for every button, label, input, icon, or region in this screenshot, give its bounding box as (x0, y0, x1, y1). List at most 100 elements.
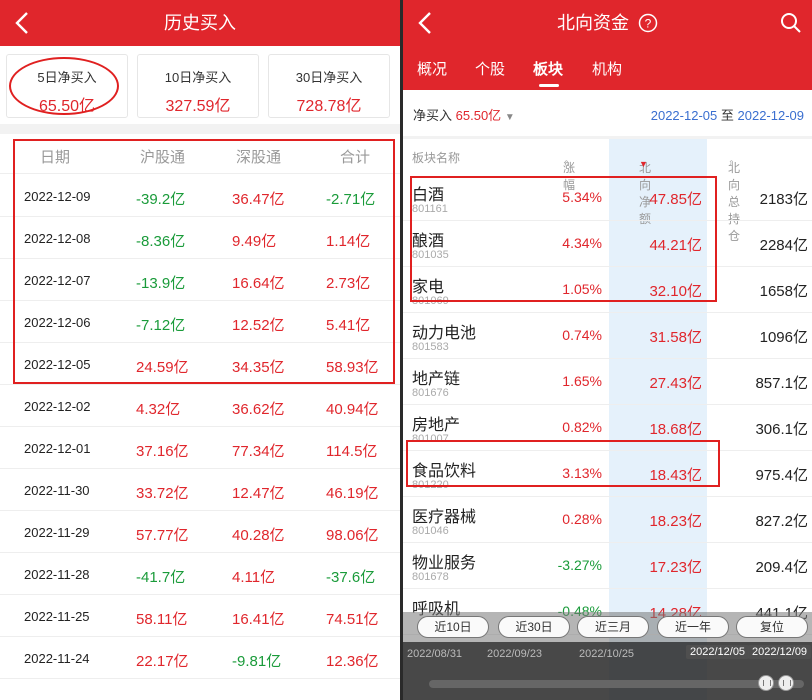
sector-flow: 27.43亿 (649, 375, 702, 392)
cell-sh: -7.12亿 (136, 317, 186, 334)
sector-chg: 4.34% (562, 235, 602, 251)
range-10d-button[interactable]: 近10日 (417, 616, 489, 638)
summary-label: 10日净买入 (164, 70, 232, 85)
sector-flow: 32.10亿 (649, 283, 702, 300)
range-end-handle[interactable] (778, 675, 794, 691)
table-row[interactable]: 2022-12-02 4.32亿 36.62亿 40.94亿 (0, 385, 400, 427)
timeline-label: 2022/10/25 (579, 648, 635, 660)
sector-name: 医疗器械 (412, 509, 477, 526)
sector-code: 801035 (412, 249, 449, 261)
left-header: 历史买入 (0, 0, 400, 46)
table-row[interactable]: 2022-12-07 -13.9亿 16.64亿 2.73亿 (0, 259, 400, 301)
net-buy-label: 净买入 (413, 108, 453, 123)
sector-code: 801007 (412, 433, 449, 445)
range-1y-button[interactable]: 近一年 (657, 616, 729, 638)
section-tabs: 概况 个股 板块 机构 (403, 46, 812, 90)
timeline-label: 2022/08/31 (407, 648, 463, 660)
right-header: 北向资金 ? (403, 0, 812, 46)
cell-date: 2022-11-29 (24, 525, 90, 540)
summary-label: 30日净买入 (295, 70, 363, 85)
tab-sectors[interactable]: 板块 (533, 58, 563, 79)
timeline-track[interactable] (429, 680, 804, 688)
cell-date: 2022-11-25 (24, 609, 90, 624)
sector-hold: 2183亿 (759, 191, 808, 208)
sector-name: 物业服务 (412, 555, 477, 572)
table-row[interactable]: 2022-11-24 22.17亿 -9.81亿 12.36亿 (0, 637, 400, 679)
table-row[interactable]: 2022-11-25 58.11亿 16.41亿 74.51亿 (0, 595, 400, 637)
table-row[interactable]: 2022-11-30 33.72亿 12.47亿 46.19亿 (0, 469, 400, 511)
sector-row[interactable]: 家电 801069 1.05% 32.10亿 1658亿 (403, 267, 812, 313)
date-from: 2022-12-05 (650, 108, 718, 123)
sector-table-header: 板块名称 涨幅 ⇕ 北向净额 ▼ 北向总持仓 ⇕ (403, 139, 812, 243)
search-icon[interactable] (780, 12, 802, 34)
table-header: 日期 沪股通 深股通 合计 (0, 134, 400, 174)
range-start-tag: 2022/12/05 (686, 645, 750, 659)
sector-code: 801069 (412, 295, 449, 307)
range-end-tag: 2022/12/09 (748, 645, 812, 659)
timeline-slider[interactable]: 2022/08/31 2022/09/23 2022/10/25 2022/12… (403, 642, 812, 700)
summary-10d[interactable]: 10日净买入 327.59亿 (137, 54, 259, 118)
sort-icon: ⇕ (563, 159, 570, 168)
sector-chg: 1.05% (562, 281, 602, 297)
cell-total: 98.06亿 (326, 527, 379, 544)
cell-total: 5.41亿 (326, 317, 371, 334)
range-30d-button[interactable]: 近30日 (498, 616, 570, 638)
date-to: 2022-12-09 (737, 108, 805, 123)
range-controls: 近10日 近30日 近三月 近一年 复位 (403, 612, 812, 642)
sector-row[interactable]: 物业服务 801678 -3.27% 17.23亿 209.4亿 (403, 543, 812, 589)
sector-flow: 18.23亿 (649, 513, 702, 530)
sector-code: 801678 (412, 571, 449, 583)
range-start-handle[interactable] (758, 675, 774, 691)
range-3m-button[interactable]: 近三月 (577, 616, 649, 638)
sector-row[interactable]: 食品饮料 801220 3.13% 18.43亿 975.4亿 (403, 451, 812, 497)
sector-row[interactable]: 地产链 801676 1.65% 27.43亿 857.1亿 (403, 359, 812, 405)
header-name: 板块名称 (412, 151, 461, 165)
sector-hold: 306.1亿 (755, 421, 808, 438)
net-buy-summary[interactable]: 净买入 65.50亿 ▼ (413, 105, 515, 124)
sector-chg: 0.28% (562, 511, 602, 527)
summary-value: 327.59亿 (165, 98, 231, 115)
table-row[interactable]: 2022-12-08 -8.36亿 9.49亿 1.14亿 (0, 217, 400, 259)
table-row[interactable]: 2022-11-28 -41.7亿 4.11亿 -37.6亿 (0, 553, 400, 595)
cell-sh: 33.72亿 (136, 485, 189, 502)
tab-overview[interactable]: 概况 (417, 58, 447, 79)
cell-total: 2.73亿 (326, 275, 371, 292)
sector-row[interactable]: 房地产 801007 0.82% 18.68亿 306.1亿 (403, 405, 812, 451)
page-title: 历史买入 (164, 13, 236, 33)
sector-code: 801676 (412, 387, 449, 399)
sector-flow: 18.68亿 (649, 421, 702, 438)
sector-hold: 1096亿 (759, 329, 808, 346)
cell-sz: 9.49亿 (232, 233, 277, 250)
table-row[interactable]: 2022-12-06 -7.12亿 12.52亿 5.41亿 (0, 301, 400, 343)
active-tab-indicator (539, 84, 559, 87)
sector-code: 801583 (412, 341, 449, 353)
reset-button[interactable]: 复位 (736, 616, 808, 638)
tab-institutions[interactable]: 机构 (592, 58, 622, 79)
sector-chg: 5.34% (562, 189, 602, 205)
sector-hold: 1658亿 (759, 283, 808, 300)
tab-stocks[interactable]: 个股 (475, 58, 505, 79)
summary-30d[interactable]: 30日净买入 728.78亿 (268, 54, 390, 118)
sector-row[interactable]: 动力电池 801583 0.74% 31.58亿 1096亿 (403, 313, 812, 359)
summary-label: 5日净买入 (37, 70, 97, 85)
sector-name: 酿酒 (412, 233, 445, 250)
sector-row[interactable]: 医疗器械 801046 0.28% 18.23亿 827.2亿 (403, 497, 812, 543)
date-range[interactable]: 2022-12-05 至 2022-12-09 (651, 105, 804, 124)
table-row[interactable]: 2022-11-29 57.77亿 40.28亿 98.06亿 (0, 511, 400, 553)
table-row[interactable]: 2022-12-05 24.59亿 34.35亿 58.93亿 (0, 343, 400, 385)
net-buy-value: 65.50亿 (455, 108, 502, 123)
cell-date: 2022-11-24 (24, 651, 90, 666)
summary-value: 728.78亿 (296, 98, 362, 115)
sector-row[interactable]: 酿酒 801035 4.34% 44.21亿 2284亿 (403, 221, 812, 267)
help-icon[interactable]: ? (638, 13, 658, 33)
summary-5d[interactable]: 5日净买入 65.50亿 (6, 54, 128, 118)
cell-date: 2022-12-07 (24, 273, 91, 288)
summary-value: 65.50亿 (38, 98, 96, 115)
sector-row[interactable]: 白酒 801161 5.34% 47.85亿 2183亿 (403, 175, 812, 221)
sector-chg: 0.82% (562, 419, 602, 435)
cell-total: -37.6亿 (326, 569, 376, 586)
sector-name: 地产链 (412, 371, 461, 388)
sector-code: 801220 (412, 479, 449, 491)
table-row[interactable]: 2022-12-01 37.16亿 77.34亿 114.5亿 (0, 427, 400, 469)
table-row[interactable]: 2022-12-09 -39.2亿 36.47亿 -2.71亿 (0, 175, 400, 217)
